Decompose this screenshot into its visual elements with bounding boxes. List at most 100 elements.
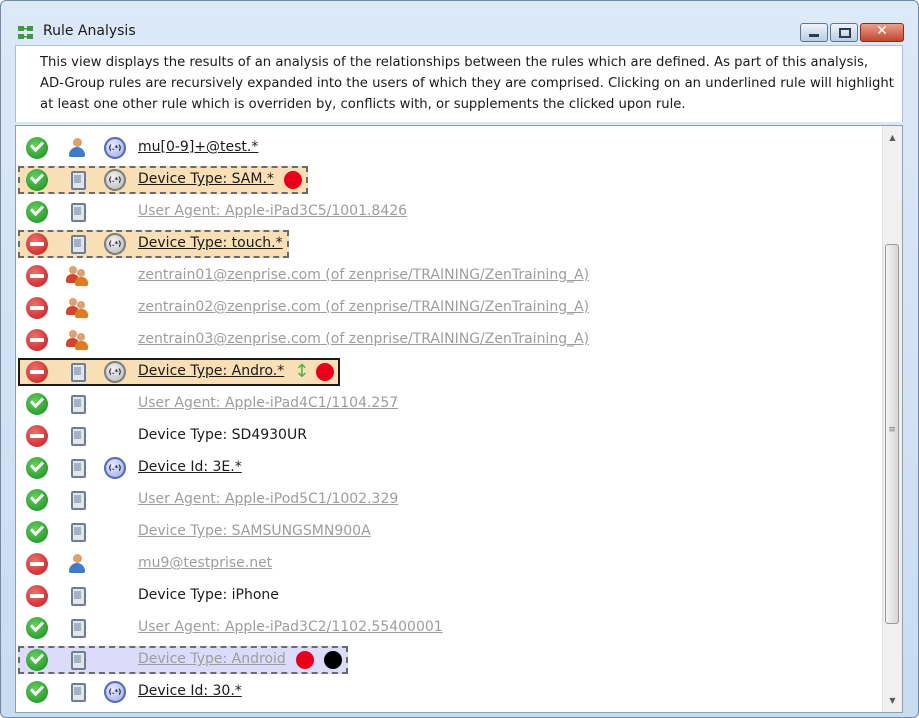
black-dot-marker [323,651,342,669]
scrollbar-thumb[interactable]: ≡ [885,244,899,624]
device-icon [66,585,88,607]
device-shape [71,395,86,414]
device-icon [66,649,88,671]
device-icon [66,425,88,447]
rule-label[interactable]: zentrain02@zenprise.com (of zenprise/TRA… [138,299,589,315]
rule-row[interactable]: (.*) Device Type: touch.* [16,229,882,259]
window-title: Rule Analysis [43,23,136,39]
no-entry-icon [26,297,48,319]
rule-label[interactable]: Device Type: Andro.* [138,363,284,379]
rule-row[interactable]: (.*) Device Id: 3E.* [16,453,882,483]
rule-row[interactable]: (.*) mu[0-9]+@test.* [16,133,882,163]
rule-row[interactable]: (.*) Device Id: 30.* [16,677,882,707]
device-shape [71,587,86,606]
rule-label: Device Type: iPhone [138,587,279,603]
rule-label[interactable]: mu9@testprise.net [138,555,272,571]
scroll-up-arrow-icon[interactable]: ▲ [883,129,902,146]
device-shape [71,171,86,190]
user-group-icon [66,265,88,287]
group-head [69,298,77,306]
group-body [75,309,88,318]
user-icon [66,553,88,575]
rule-row[interactable]: zentrain01@zenprise.com (of zenprise/TRA… [16,261,882,291]
check-circle-icon [26,137,48,159]
rule-row[interactable]: Device Type: iPhone [16,581,882,611]
close-button[interactable]: ✕ [860,23,904,42]
rule-row[interactable]: User Agent: Apple-iPad3C2/1102.55400001 [16,613,882,643]
minimize-button[interactable] [800,23,828,42]
device-shape [71,683,86,702]
group-head [69,330,77,338]
check-circle-icon [26,457,48,479]
rule-row[interactable]: mu9@testprise.net [16,549,882,579]
user-head [73,138,82,147]
rule-row[interactable]: User Agent: Apple-iPad3C5/1001.8426 [16,197,882,227]
vertical-scrollbar[interactable]: ▲ ≡ ▼ [882,126,902,712]
rule-row[interactable]: Device Type: SAMSUNGSMN900A [16,517,882,547]
rule-row[interactable]: Device Type: SD4930UR [16,421,882,451]
rule-list[interactable]: ▲ ≡ ▼ (.*) mu[0-9]+@test.* (.*) Device Type… [15,125,903,713]
device-shape [71,459,86,478]
rule-label: Device Type: SD4930UR [138,427,307,443]
maximize-icon [839,28,851,38]
scroll-down-arrow-icon[interactable]: ▼ [883,692,902,709]
check-circle-icon [26,201,48,223]
rule-row[interactable]: zentrain03@zenprise.com (of zenprise/TRA… [16,325,882,355]
rule-label[interactable]: Device Id: 3E.* [138,459,242,475]
group-body [75,277,88,286]
close-icon: ✕ [876,23,888,39]
device-icon [66,169,88,191]
rule-label[interactable]: zentrain01@zenprise.com (of zenprise/TRA… [138,267,589,283]
group-body [75,341,88,350]
user-group-icon [66,329,88,351]
device-shape [71,427,86,446]
device-icon [66,489,88,511]
rule-row[interactable]: User Agent: Apple-iPad4C1/1104.257 [16,389,882,419]
rule-row[interactable]: (.*) Device Type: Andro.* ↕ [16,357,882,387]
title-bar[interactable]: Rule Analysis ✕ [1,1,918,42]
rule-label[interactable]: Device Type: SAMSUNGSMN900A [138,523,371,539]
user-head [73,554,82,563]
check-circle-icon [26,169,48,191]
no-entry-icon [26,553,48,575]
rule-analysis-app-icon [18,26,33,39]
regex-icon: (.*) [104,169,126,191]
rule-label[interactable]: User Agent: Apple-iPad3C5/1001.8426 [138,203,407,219]
regex-icon: (.*) [104,361,126,383]
rule-row[interactable]: (.*) Device Type: SAM.* [16,165,882,195]
rule-label[interactable]: zentrain03@zenprise.com (of zenprise/TRA… [138,331,589,347]
red-dot-marker [295,651,314,669]
rule-row[interactable]: zentrain02@zenprise.com (of zenprise/TRA… [16,293,882,323]
red-dot-marker [283,171,302,189]
device-icon [66,457,88,479]
rule-label[interactable]: Device Id: 30.* [138,683,242,699]
rule-analysis-window: Rule Analysis ✕ This view displays the r… [0,0,919,718]
check-circle-icon [26,649,48,671]
check-circle-icon [26,521,48,543]
up-down-arrows-icon: ↕ [294,361,310,382]
rule-label[interactable]: User Agent: Apple-iPad3C2/1102.55400001 [138,619,443,635]
rule-row[interactable]: Device Type: Android [16,645,882,675]
check-circle-icon [26,393,48,415]
check-circle-icon [26,681,48,703]
device-shape [71,651,86,670]
device-icon [66,681,88,703]
device-shape [71,523,86,542]
device-icon [66,361,88,383]
rule-label[interactable]: Device Type: Android [138,651,286,667]
regex-icon: (.*) [104,233,126,255]
group-head [77,301,85,309]
device-icon [66,233,88,255]
user-icon [66,137,88,159]
rule-label[interactable]: Device Type: touch.* [138,235,283,251]
no-entry-icon [26,425,48,447]
check-circle-icon [26,617,48,639]
rule-label[interactable]: mu[0-9]+@test.* [138,139,258,155]
device-icon [66,521,88,543]
rule-label[interactable]: User Agent: Apple-iPod5C1/1002.329 [138,491,398,507]
rule-row[interactable]: User Agent: Apple-iPod5C1/1002.329 [16,485,882,515]
rule-label[interactable]: Device Type: SAM.* [138,171,274,187]
no-entry-icon [26,329,48,351]
maximize-button[interactable] [830,23,858,42]
rule-label[interactable]: User Agent: Apple-iPad4C1/1104.257 [138,395,398,411]
